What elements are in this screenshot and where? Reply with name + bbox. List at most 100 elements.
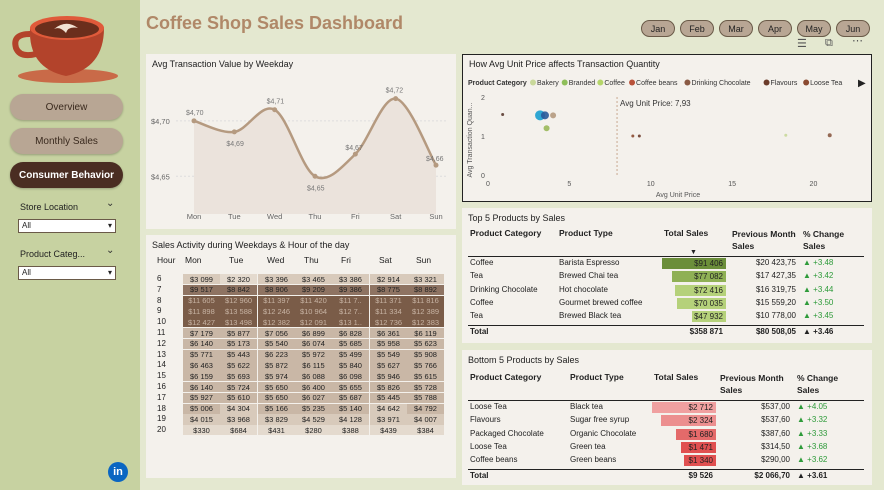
heatmap-cell[interactable]: $5 140 xyxy=(332,403,369,414)
heatmap-cell[interactable]: $5 622 xyxy=(220,360,257,371)
linkedin-icon[interactable]: in xyxy=(108,462,128,482)
heatmap-cell[interactable]: $6 098 xyxy=(332,371,369,382)
heatmap-cell[interactable]: $4 128 xyxy=(332,414,369,425)
heatmap-cell[interactable]: $5 972 xyxy=(295,349,332,360)
heatmap-cell[interactable]: $5 908 xyxy=(407,349,444,360)
heatmap-cell[interactable]: $7 056 xyxy=(258,328,295,339)
heatmap-cell[interactable]: $684 xyxy=(220,425,257,436)
heatmap-cell[interactable]: $6 400 xyxy=(295,382,332,393)
heatmap-cell[interactable]: $5 650 xyxy=(258,392,295,404)
heatmap-cell[interactable]: $8 775 xyxy=(370,284,407,296)
heatmap-cell[interactable]: $12 246 xyxy=(258,306,295,317)
more-options-icon[interactable]: ⋯ xyxy=(852,34,863,47)
heatmap-cell[interactable]: $3 971 xyxy=(370,414,407,425)
column-header-type[interactable]: Product Type xyxy=(559,228,613,238)
heatmap-cell[interactable]: $6 119 xyxy=(407,328,444,339)
heatmap-cell[interactable]: $6 899 xyxy=(295,328,332,339)
data-point[interactable] xyxy=(393,96,399,102)
heatmap-cell[interactable]: $9 209 xyxy=(295,284,332,296)
heatmap-cell[interactable]: $10 964 xyxy=(295,306,332,317)
heatmap-cell[interactable]: $4 642 xyxy=(370,403,407,414)
heatmap-cell[interactable]: $11 397 xyxy=(258,295,295,306)
nav-monthly-sales-button[interactable]: Monthly Sales xyxy=(10,128,123,154)
heatmap-cell[interactable]: $4 792 xyxy=(407,403,444,414)
heatmap-cell[interactable]: $5 946 xyxy=(370,371,407,382)
chevron-down-icon[interactable]: ⌄ xyxy=(106,198,114,209)
heatmap-cell[interactable]: $5 627 xyxy=(370,360,407,371)
heatmap-cell[interactable]: $6 361 xyxy=(370,328,407,339)
heatmap-cell[interactable]: $439 xyxy=(370,425,407,436)
column-header-type[interactable]: Product Type xyxy=(570,372,624,382)
heatmap-cell[interactable]: $5 724 xyxy=(220,382,257,393)
heatmap-cell[interactable]: $5 958 xyxy=(370,338,407,350)
heatmap-cell[interactable]: $5 687 xyxy=(332,392,369,404)
scatter-point[interactable] xyxy=(501,113,505,117)
heatmap-cell[interactable]: $5 766 xyxy=(407,360,444,371)
scatter-point[interactable] xyxy=(540,111,549,120)
heatmap-cell[interactable]: $6 027 xyxy=(295,392,332,404)
heatmap-cell[interactable]: $12 382 xyxy=(258,317,295,328)
scatter-point[interactable] xyxy=(637,134,641,138)
heatmap-cell[interactable]: $5 173 xyxy=(220,338,257,350)
data-point[interactable] xyxy=(312,173,318,179)
heatmap-cell[interactable]: $5 826 xyxy=(370,382,407,393)
column-header-total[interactable]: Total Sales xyxy=(654,372,698,382)
heatmap-cell[interactable]: $4 529 xyxy=(295,414,332,425)
heatmap-cell[interactable]: $11 371 xyxy=(370,295,407,306)
heatmap-cell[interactable]: $5 006 xyxy=(183,403,220,414)
legend-item[interactable]: Flavours xyxy=(771,80,798,87)
heatmap-cell[interactable]: $6 828 xyxy=(332,328,369,339)
heatmap-cell[interactable]: $7 179 xyxy=(183,328,220,339)
heatmap-cell[interactable]: $3 396 xyxy=(258,274,295,285)
column-header-change[interactable]: % Change Sales xyxy=(797,372,849,396)
heatmap-cell[interactable]: $12 389 xyxy=(407,306,444,317)
filter-icon[interactable]: ☰ xyxy=(797,37,807,50)
heatmap-cell[interactable]: $3 099 xyxy=(183,274,220,285)
scatter-point[interactable] xyxy=(550,112,557,119)
data-point[interactable] xyxy=(272,107,278,113)
heatmap-cell[interactable]: $12 427 xyxy=(183,317,220,328)
heatmap-cell[interactable]: $11 334 xyxy=(370,306,407,317)
heatmap-cell[interactable]: $5 840 xyxy=(332,360,369,371)
heatmap-cell[interactable]: $2 914 xyxy=(370,274,407,285)
heatmap-cell[interactable]: $4 015 xyxy=(183,414,220,425)
heatmap-cell[interactable]: $5 235 xyxy=(295,403,332,414)
heatmap-cell[interactable]: $11 7.. xyxy=(332,295,369,306)
heatmap-cell[interactable]: $5 693 xyxy=(220,371,257,382)
legend-item[interactable]: Coffee beans xyxy=(636,80,678,87)
heatmap-cell[interactable]: $12 736 xyxy=(370,317,407,328)
heatmap-cell[interactable]: $6 463 xyxy=(183,360,220,371)
heatmap-cell[interactable]: $5 615 xyxy=(407,371,444,382)
heatmap-cell[interactable]: $8 906 xyxy=(258,284,295,296)
month-slicer-apr[interactable]: Apr xyxy=(758,20,792,37)
heatmap-cell[interactable]: $431 xyxy=(258,425,295,436)
legend-item[interactable]: Branded xyxy=(569,80,596,87)
heatmap-cell[interactable]: $280 xyxy=(295,425,332,436)
nav-overview-button[interactable]: Overview xyxy=(10,94,123,120)
focus-mode-icon[interactable]: ⧉ xyxy=(825,37,833,50)
heatmap-cell[interactable]: $384 xyxy=(407,425,444,436)
heatmap-cell[interactable]: $5 927 xyxy=(183,392,220,404)
month-slicer-may[interactable]: May xyxy=(797,20,831,37)
heatmap-cell[interactable]: $6 223 xyxy=(258,349,295,360)
heatmap-cell[interactable]: $6 115 xyxy=(295,360,332,371)
heatmap-cell[interactable]: $5 623 xyxy=(407,338,444,350)
heatmap-cell[interactable]: $5 445 xyxy=(370,392,407,404)
heatmap-cell[interactable]: $5 549 xyxy=(370,349,407,360)
column-header-category[interactable]: Product Category xyxy=(470,228,541,238)
column-header-change[interactable]: % Change Sales xyxy=(803,228,855,252)
column-header-previous[interactable]: Previous Month Sales xyxy=(732,228,796,252)
month-slicer-feb[interactable]: Feb xyxy=(680,20,714,37)
heatmap-cell[interactable]: $13 498 xyxy=(220,317,257,328)
chevron-down-icon[interactable]: ⌄ xyxy=(106,245,114,256)
heatmap-cell[interactable]: $6 074 xyxy=(295,338,332,350)
heatmap-cell[interactable]: $8 842 xyxy=(220,284,257,296)
store-location-select[interactable]: All ▾ xyxy=(18,219,116,233)
heatmap-cell[interactable]: $330 xyxy=(183,425,220,436)
column-header-previous[interactable]: Previous Month Sales xyxy=(720,372,784,396)
heatmap-cell[interactable]: $8 892 xyxy=(407,284,444,296)
heatmap-cell[interactable]: $3 829 xyxy=(258,414,295,425)
legend-next-icon[interactable]: ▶ xyxy=(858,78,866,89)
heatmap-cell[interactable]: $5 771 xyxy=(183,349,220,360)
heatmap-cell[interactable]: $6 140 xyxy=(183,382,220,393)
